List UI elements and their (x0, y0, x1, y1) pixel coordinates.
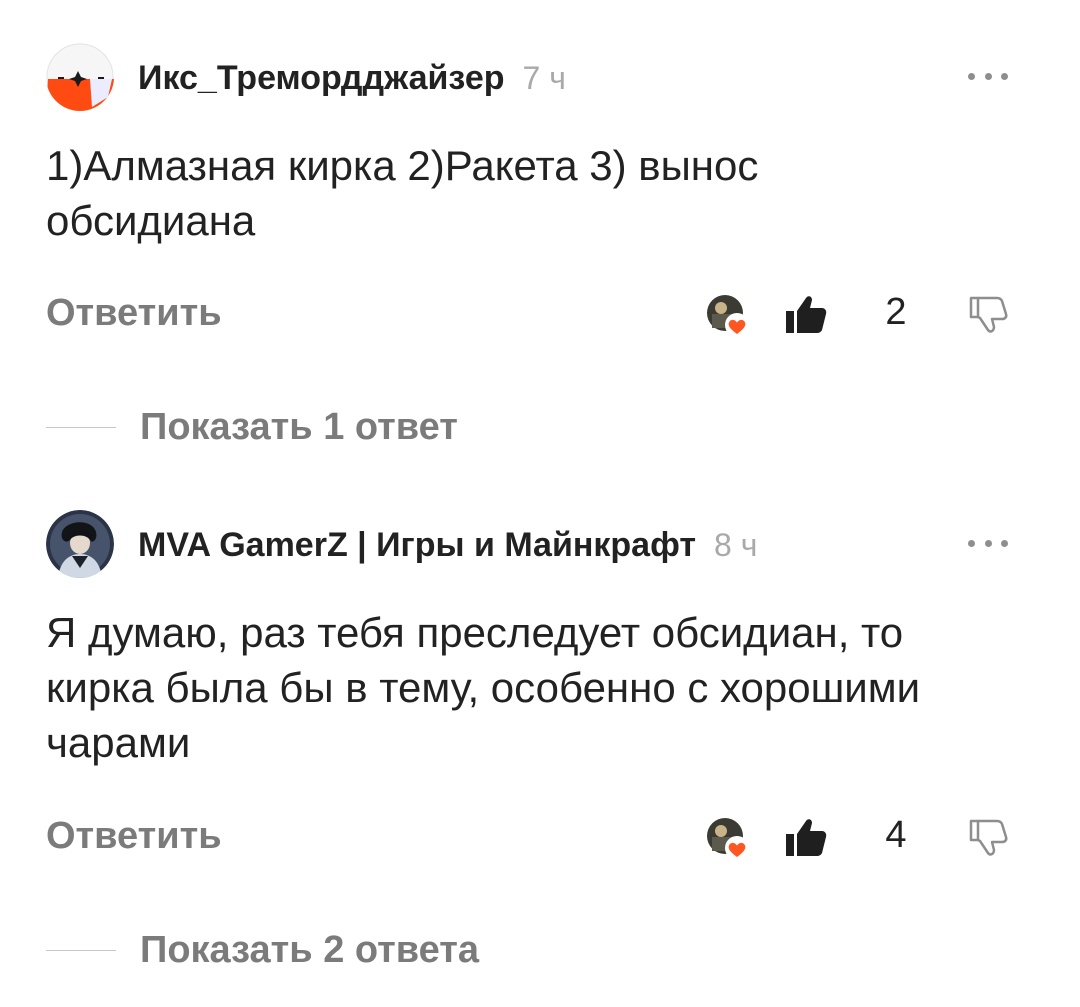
show-replies-label: Показать 1 ответ (140, 406, 458, 448)
show-replies-button[interactable]: Показать 1 ответ (46, 406, 458, 449)
more-dots-icon[interactable] (968, 529, 1008, 557)
comment-text-line: Я думаю, раз тебя преследует обсидиан, т… (46, 609, 904, 656)
comment-text: Я думаю, раз тебя преследует обсидиан, т… (46, 605, 1036, 770)
comment-text-line: чарами (46, 719, 191, 766)
divider-line (46, 950, 116, 951)
comment-time: 7 ч (522, 59, 566, 96)
more-dots-icon[interactable] (968, 62, 1008, 90)
author-line: MVA GamerZ | Игры и Майнкрафт 8 ч (138, 521, 757, 569)
comment-text: 1)Алмазная кирка 2)Ракета 3) вынос обсид… (46, 138, 1036, 248)
heart-reaction-icon[interactable] (706, 294, 749, 337)
avatar[interactable] (46, 43, 114, 111)
reply-button[interactable]: Ответить (46, 292, 222, 335)
reply-button[interactable]: Ответить (46, 815, 222, 858)
show-replies-button[interactable]: Показать 2 ответа (46, 929, 479, 972)
author-name[interactable]: Икс_Тремордджайзер (138, 59, 505, 98)
author-name[interactable]: MVA GamerZ | Игры и Майнкрафт (138, 526, 696, 565)
author-line: Икс_Тремордджайзер 7 ч (138, 54, 566, 102)
comment-text-line: кирка была бы в тему, особенно с хорошим… (46, 664, 921, 711)
show-replies-label: Показать 2 ответа (140, 929, 479, 971)
thumb-up-icon[interactable] (784, 817, 828, 861)
avatar[interactable] (46, 510, 114, 578)
comment-text-line: обсидиана (46, 197, 256, 244)
divider-line (46, 427, 116, 428)
thumb-down-icon[interactable] (966, 295, 1010, 339)
comment-text-line: 1)Алмазная кирка 2)Ракета 3) вынос (46, 142, 759, 189)
thumb-down-icon[interactable] (966, 818, 1010, 862)
thumb-up-icon[interactable] (784, 294, 828, 338)
like-count: 2 (885, 291, 907, 333)
heart-reaction-icon[interactable] (706, 817, 749, 860)
like-count: 4 (885, 814, 907, 856)
comment-time: 8 ч (714, 526, 758, 563)
